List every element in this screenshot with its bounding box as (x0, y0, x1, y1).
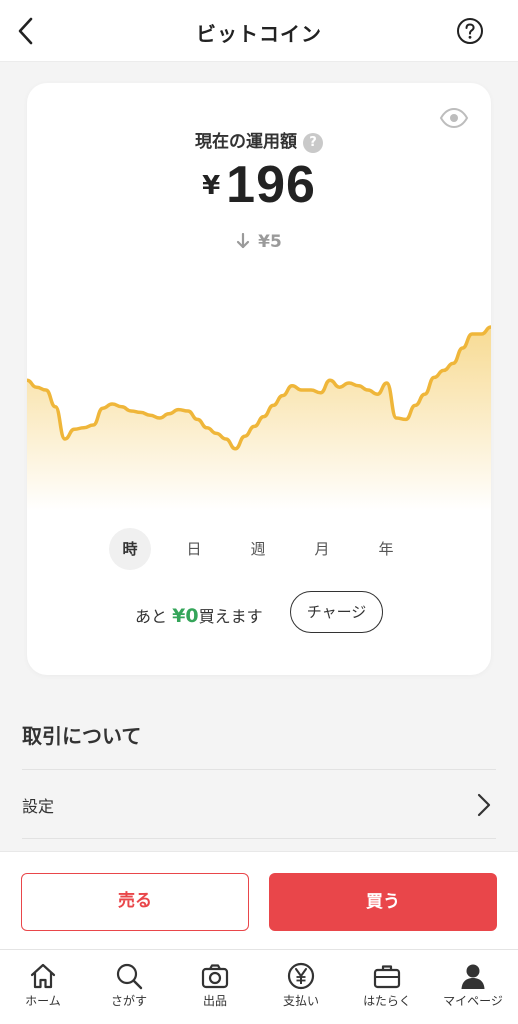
tab-payment[interactable]: 支払い (258, 950, 344, 1024)
briefcase-icon (373, 965, 401, 989)
tab-label: 支払い (282, 994, 319, 1008)
balance-help-icon[interactable]: ? (303, 133, 323, 153)
person-icon (461, 964, 485, 989)
eye-icon (439, 107, 469, 129)
page-title: ビットコイン (196, 22, 322, 46)
period-hour[interactable]: 時 (109, 528, 151, 570)
yen-coin-icon (287, 962, 315, 990)
balance-value: 196 (226, 156, 316, 214)
question-circle-icon (457, 18, 483, 44)
home-icon (30, 963, 56, 989)
period-selector: 時 日 週 月 年 (109, 528, 409, 570)
divider (22, 838, 496, 839)
change-value: ¥5 (258, 232, 282, 252)
tab-mypage[interactable]: マイページ (430, 950, 516, 1024)
buy-button[interactable]: 買う (269, 873, 497, 931)
balance-label-row: 現在の運用額? (27, 127, 491, 153)
charge-button[interactable]: チャージ (290, 591, 383, 633)
buyable-amount: ¥0 (172, 605, 199, 627)
period-year[interactable]: 年 (365, 528, 407, 570)
help-button[interactable] (456, 17, 484, 45)
tab-label: マイページ (443, 994, 503, 1008)
buyable-prefix: あと (135, 607, 168, 626)
arrow-down-icon (236, 232, 250, 252)
buyable-row: あと ¥0買えます チャージ (27, 591, 491, 635)
section-title-transactions: 取引について (22, 724, 142, 748)
period-week[interactable]: 週 (237, 528, 279, 570)
portfolio-card: 現在の運用額? ¥196 ¥5 時 日 週 月 年 あと ¥0買えます チャージ (27, 83, 491, 675)
balance-change: ¥5 (27, 232, 491, 252)
price-chart (27, 325, 491, 511)
settings-row[interactable]: 設定 (0, 770, 518, 838)
tab-home[interactable]: ホーム (0, 950, 86, 1024)
search-icon (116, 963, 143, 990)
camera-icon (201, 964, 229, 989)
period-month[interactable]: 月 (301, 528, 343, 570)
buyable-text: あと ¥0買えます (135, 603, 263, 627)
tab-label: さがす (110, 994, 147, 1008)
tab-label: ホーム (25, 994, 61, 1008)
action-bar: 売る 買う (0, 851, 518, 949)
tab-label: 出品 (202, 994, 227, 1008)
chevron-right-icon (477, 793, 491, 817)
tab-sell[interactable]: 出品 (172, 950, 258, 1024)
toggle-visibility-button[interactable] (439, 107, 469, 129)
balance-amount: ¥196 (27, 155, 491, 215)
header-bar: ビットコイン (0, 0, 518, 62)
period-day[interactable]: 日 (173, 528, 215, 570)
tab-bar: ホーム さがす 出品 支払い はたらく マイページ (0, 949, 518, 1024)
buyable-suffix: 買えます (198, 607, 263, 626)
balance-label: 現在の運用額 (195, 132, 297, 152)
tab-search[interactable]: さがす (86, 950, 172, 1024)
currency-symbol: ¥ (202, 171, 221, 201)
settings-label: 設定 (22, 797, 55, 816)
sell-button[interactable]: 売る (21, 873, 249, 931)
tab-work[interactable]: はたらく (344, 950, 430, 1024)
tab-label: はたらく (363, 994, 411, 1008)
